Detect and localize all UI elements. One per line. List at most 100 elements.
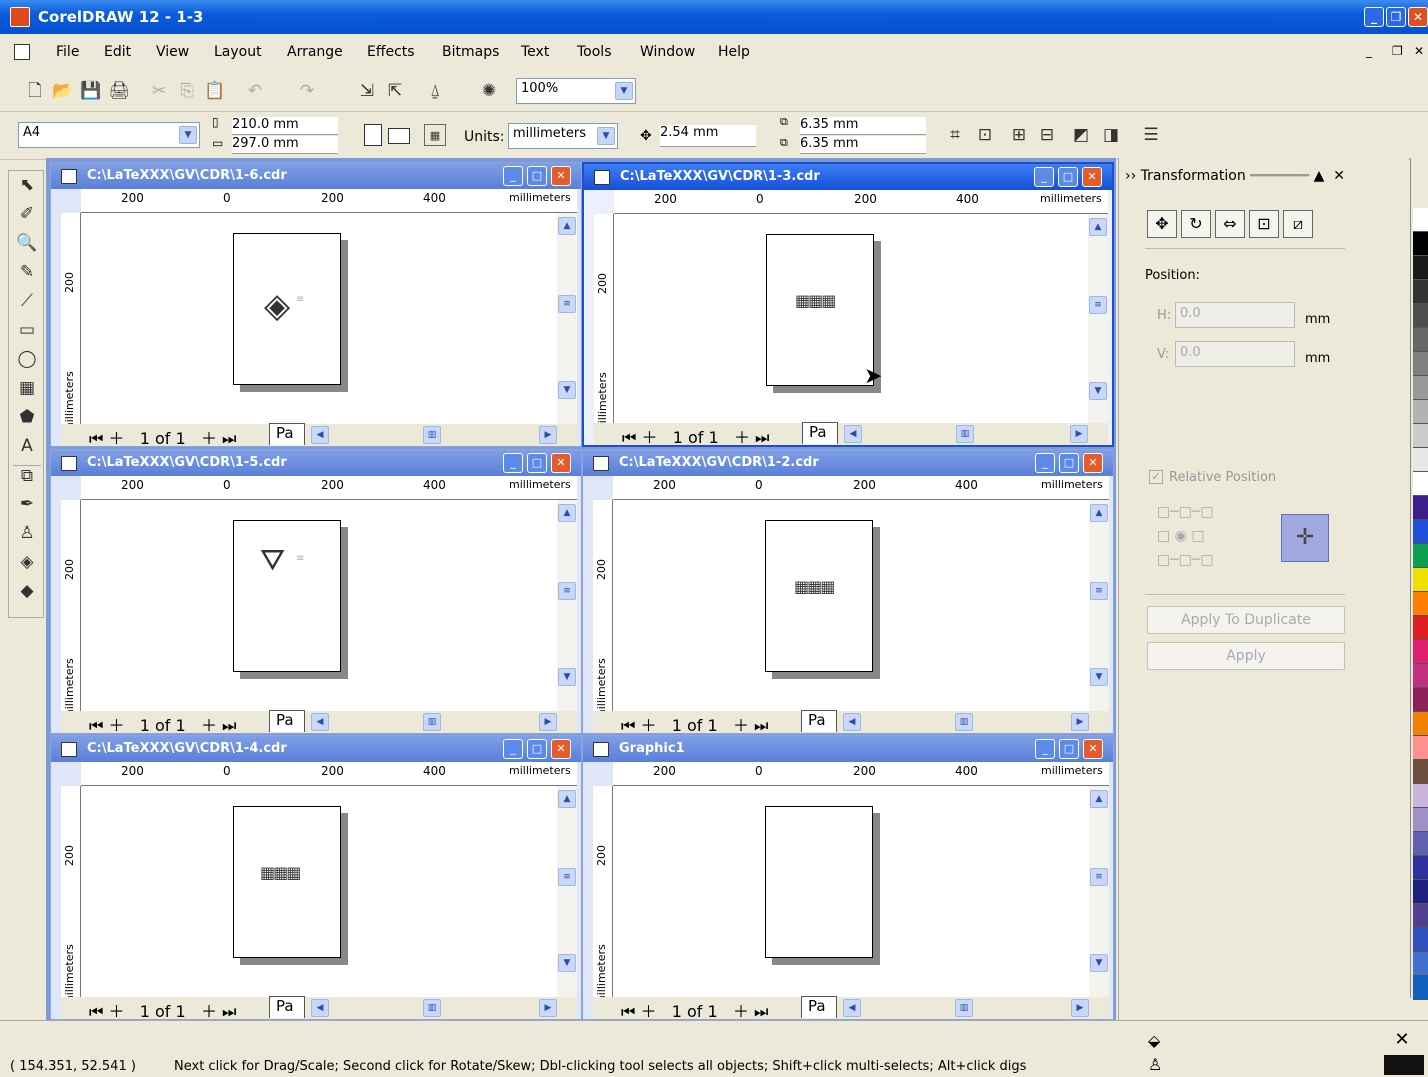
palette-swatch[interactable] xyxy=(1413,280,1428,304)
scroll-down-icon[interactable]: ▼ xyxy=(558,954,576,972)
document-window[interactable]: C:\LaTeXXX\GV\CDR\1-4.cdr _ □ ✕ 200 0 20… xyxy=(50,735,582,1022)
palette-swatch[interactable] xyxy=(1413,544,1428,568)
scroll-down-icon[interactable]: ▼ xyxy=(1090,668,1108,686)
document-window[interactable]: C:\LaTeXXX\GV\CDR\1-5.cdr _ □ ✕ 200 0 20… xyxy=(50,449,582,736)
vertical-ruler[interactable]: 200 millimeters xyxy=(61,786,81,1006)
hscroll-thumb[interactable]: ▥ xyxy=(956,425,974,443)
palette-swatch[interactable] xyxy=(1413,976,1428,1000)
scroll-down-icon[interactable]: ▼ xyxy=(558,381,576,399)
palette-swatch[interactable] xyxy=(1413,400,1428,424)
v-position-field[interactable]: 0.0 xyxy=(1175,341,1295,367)
scroll-thumb[interactable]: ≡ xyxy=(1089,296,1107,314)
minimize-icon[interactable]: _ xyxy=(1035,453,1055,473)
palette-swatch[interactable] xyxy=(1413,856,1428,880)
menu-view[interactable]: View xyxy=(156,44,189,60)
scroll-thumb[interactable]: ≡ xyxy=(1090,868,1108,886)
document-icon[interactable] xyxy=(61,456,77,471)
scroll-up-icon[interactable]: ▲ xyxy=(558,504,576,522)
drawing-canvas[interactable] xyxy=(613,786,1089,997)
page-nav[interactable]: ⏮ ＋ 1 of 1 ＋ ⏭ xyxy=(622,424,769,448)
scroll-right-icon[interactable]: ▶ xyxy=(539,713,557,731)
minimize-icon[interactable]: _ xyxy=(503,166,523,186)
scroll-left-icon[interactable]: ◀ xyxy=(843,713,861,731)
close-icon[interactable]: ✕ xyxy=(551,453,571,473)
basic-shapes-tool-icon[interactable]: ⬟ xyxy=(13,407,41,433)
document-title-bar[interactable]: C:\LaTeXXX\GV\CDR\1-4.cdr xyxy=(51,736,581,762)
zoom-tool-icon[interactable]: 🔍 xyxy=(13,233,41,259)
copy-icon[interactable]: ⎘ xyxy=(176,80,198,102)
redo-icon[interactable]: ↷ xyxy=(296,80,318,102)
drawing-canvas[interactable]: ▦▦▦ = xyxy=(613,500,1089,711)
apply-to-duplicate-button[interactable]: Apply To Duplicate xyxy=(1147,606,1345,634)
page-tab[interactable]: Pa xyxy=(801,996,837,1018)
cut-icon[interactable]: ✂ xyxy=(148,80,170,102)
menu-arrange[interactable]: Arrange xyxy=(287,44,343,60)
palette-swatch[interactable] xyxy=(1413,712,1428,736)
palette-swatch[interactable] xyxy=(1413,352,1428,376)
paste-icon[interactable]: 📋 xyxy=(204,80,226,102)
grid-icon[interactable]: ⌗ xyxy=(944,124,966,146)
palette-swatch[interactable] xyxy=(1413,928,1428,952)
treat-as-filled-icon[interactable]: ◩ xyxy=(1070,124,1092,146)
scroll-thumb[interactable]: ≡ xyxy=(1090,582,1108,600)
doc-minimize-icon[interactable]: _ xyxy=(1366,44,1372,58)
vertical-ruler[interactable]: 200 millimeters xyxy=(61,500,81,720)
maximize-icon[interactable]: □ xyxy=(1058,167,1078,187)
page-height-field[interactable]: 297.0 mm xyxy=(232,136,338,154)
undo-icon[interactable]: ↶ xyxy=(244,80,266,102)
docker-header[interactable]: ›› Transformation ━━━━━━━ ▲ ✕ xyxy=(1125,168,1345,184)
scroll-right-icon[interactable]: ▶ xyxy=(539,999,557,1017)
scroll-left-icon[interactable]: ◀ xyxy=(843,999,861,1017)
document-window[interactable]: Graphic1 _ □ ✕ 200 0 200 400 millimeters… xyxy=(582,735,1114,1021)
drawing-canvas[interactable]: ◈ ≡ xyxy=(81,213,557,424)
eyedropper-tool-icon[interactable]: ✒ xyxy=(13,494,41,520)
palette-swatch[interactable] xyxy=(1413,952,1428,976)
vertical-scrollbar[interactable]: ▲ ≡ ▼ xyxy=(1089,786,1109,997)
document-title-bar[interactable]: C:\LaTeXXX\GV\CDR\1-3.cdr xyxy=(584,164,1112,190)
document-icon[interactable] xyxy=(593,742,609,757)
outline-indicator-icon[interactable]: ♙ xyxy=(1148,1055,1162,1074)
nudge-distance-field[interactable]: 2.54 mm xyxy=(660,125,756,147)
scroll-left-icon[interactable]: ◀ xyxy=(844,425,862,443)
horizontal-ruler[interactable]: 200 0 200 400 millimeters xyxy=(81,189,577,213)
menu-effects[interactable]: Effects xyxy=(367,44,415,60)
document-title-bar[interactable]: C:\LaTeXXX\GV\CDR\1-2.cdr xyxy=(583,450,1113,476)
hscroll-thumb[interactable]: ▥ xyxy=(423,999,441,1017)
interactive-fill-tool-icon[interactable]: ◆ xyxy=(13,581,41,607)
scroll-right-icon[interactable]: ▶ xyxy=(1071,713,1089,731)
position-icon[interactable]: ✥ xyxy=(1147,210,1177,238)
palette-swatch[interactable] xyxy=(1413,664,1428,688)
interactive-blend-tool-icon[interactable]: ⧉ xyxy=(13,465,41,491)
scroll-up-icon[interactable]: ▲ xyxy=(558,217,576,235)
document-menu-icon[interactable] xyxy=(14,44,30,60)
palette-swatch[interactable] xyxy=(1413,736,1428,760)
page-nav[interactable]: ⏮ ＋ 1 of 1 ＋ ⏭ xyxy=(89,712,236,736)
page-tab[interactable]: Pa xyxy=(269,423,305,445)
freehand-tool-icon[interactable]: ✎ xyxy=(13,262,41,288)
minimize-icon[interactable]: _ xyxy=(503,739,523,759)
vertical-scrollbar[interactable]: ▲ ≡ ▼ xyxy=(557,213,577,424)
palette-swatch[interactable] xyxy=(1413,424,1428,448)
snap-objects-icon[interactable]: ⊟ xyxy=(1036,124,1058,146)
no-fill-swatch-icon[interactable]: ✕ xyxy=(1384,1029,1420,1050)
menu-edit[interactable]: Edit xyxy=(104,44,131,60)
scale-icon[interactable]: ⇔ xyxy=(1215,210,1245,238)
palette-swatch[interactable] xyxy=(1413,304,1428,328)
chevron-down-icon[interactable]: ▼ xyxy=(615,82,633,100)
vertical-scrollbar[interactable]: ▲ ≡ ▼ xyxy=(1089,500,1109,711)
rectangle-tool-icon[interactable]: ▭ xyxy=(13,320,41,346)
anchor-grid[interactable]: □─□─□ □ ◉ □ □─□─□ xyxy=(1157,500,1237,576)
maximize-icon[interactable]: □ xyxy=(527,739,547,759)
duplicate-y-field[interactable]: 6.35 mm xyxy=(800,136,926,154)
horizontal-ruler[interactable]: 200 0 200 400 millimeters xyxy=(81,762,577,786)
document-window-active[interactable]: C:\LaTeXXX\GV\CDR\1-3.cdr _ □ ✕ 200 0 20… xyxy=(582,162,1114,447)
scroll-left-icon[interactable]: ◀ xyxy=(311,426,329,444)
page-nav[interactable]: ⏮ ＋ 1 of 1 ＋ ⏭ xyxy=(89,998,236,1022)
palette-swatch[interactable] xyxy=(1413,640,1428,664)
document-icon[interactable] xyxy=(61,169,77,184)
document-window[interactable]: C:\LaTeXXX\GV\CDR\1-6.cdr _ □ ✕ 200 0 20… xyxy=(50,162,582,448)
portrait-icon[interactable] xyxy=(364,124,382,146)
document-title-bar[interactable]: Graphic1 xyxy=(583,736,1113,762)
palette-swatch[interactable] xyxy=(1413,688,1428,712)
close-icon[interactable]: ✕ xyxy=(551,739,571,759)
